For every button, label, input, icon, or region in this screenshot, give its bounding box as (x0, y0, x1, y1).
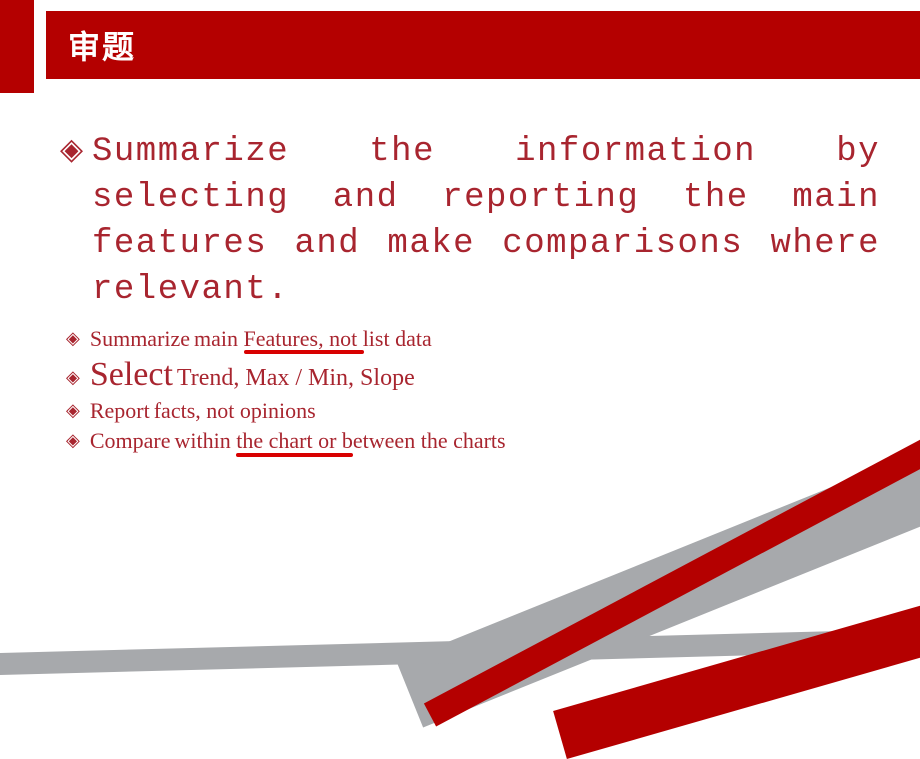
compare-keyword: Compare (90, 428, 171, 453)
bullet-icon: ◈ (66, 430, 80, 451)
compare-desc-pre: within (175, 428, 237, 453)
slide-content: ◈ Summarize the information by selecting… (60, 130, 880, 458)
bullet-icon: ◈ (60, 132, 85, 173)
summarize-desc-pre: main (194, 326, 244, 351)
bullet-summarize: ◈ Summarize main Features, not list data (60, 326, 880, 352)
bullet-select: ◈ Select Trend, Max / Min, Slope (60, 356, 880, 394)
report-desc: facts, not opinions (154, 398, 316, 423)
select-keyword: Select (90, 356, 173, 393)
main-summary: ◈ Summarize the information by selecting… (60, 130, 880, 314)
bullet-icon: ◈ (66, 367, 80, 388)
header-sidebar (0, 0, 34, 93)
bullet-report: ◈ Report facts, not opinions (60, 398, 880, 424)
report-keyword: Report (90, 398, 150, 423)
bullet-compare: ◈ Compare within the chart or between th… (60, 428, 880, 454)
summarize-desc-post: not list data (324, 326, 432, 351)
main-summary-text: Summarize the information by selecting a… (92, 133, 880, 309)
compare-desc-post: etween the charts (353, 428, 506, 453)
bullet-icon: ◈ (66, 328, 80, 349)
compare-underline: the chart or b (236, 428, 353, 454)
bullet-icon: ◈ (66, 400, 80, 421)
header-bar: 审题 (46, 11, 920, 79)
summarize-keyword: Summarize (90, 326, 190, 351)
summarize-underline: Features, (244, 326, 324, 352)
slide-title: 审题 (68, 22, 136, 68)
select-desc: Trend, Max / Min, Slope (177, 365, 415, 391)
